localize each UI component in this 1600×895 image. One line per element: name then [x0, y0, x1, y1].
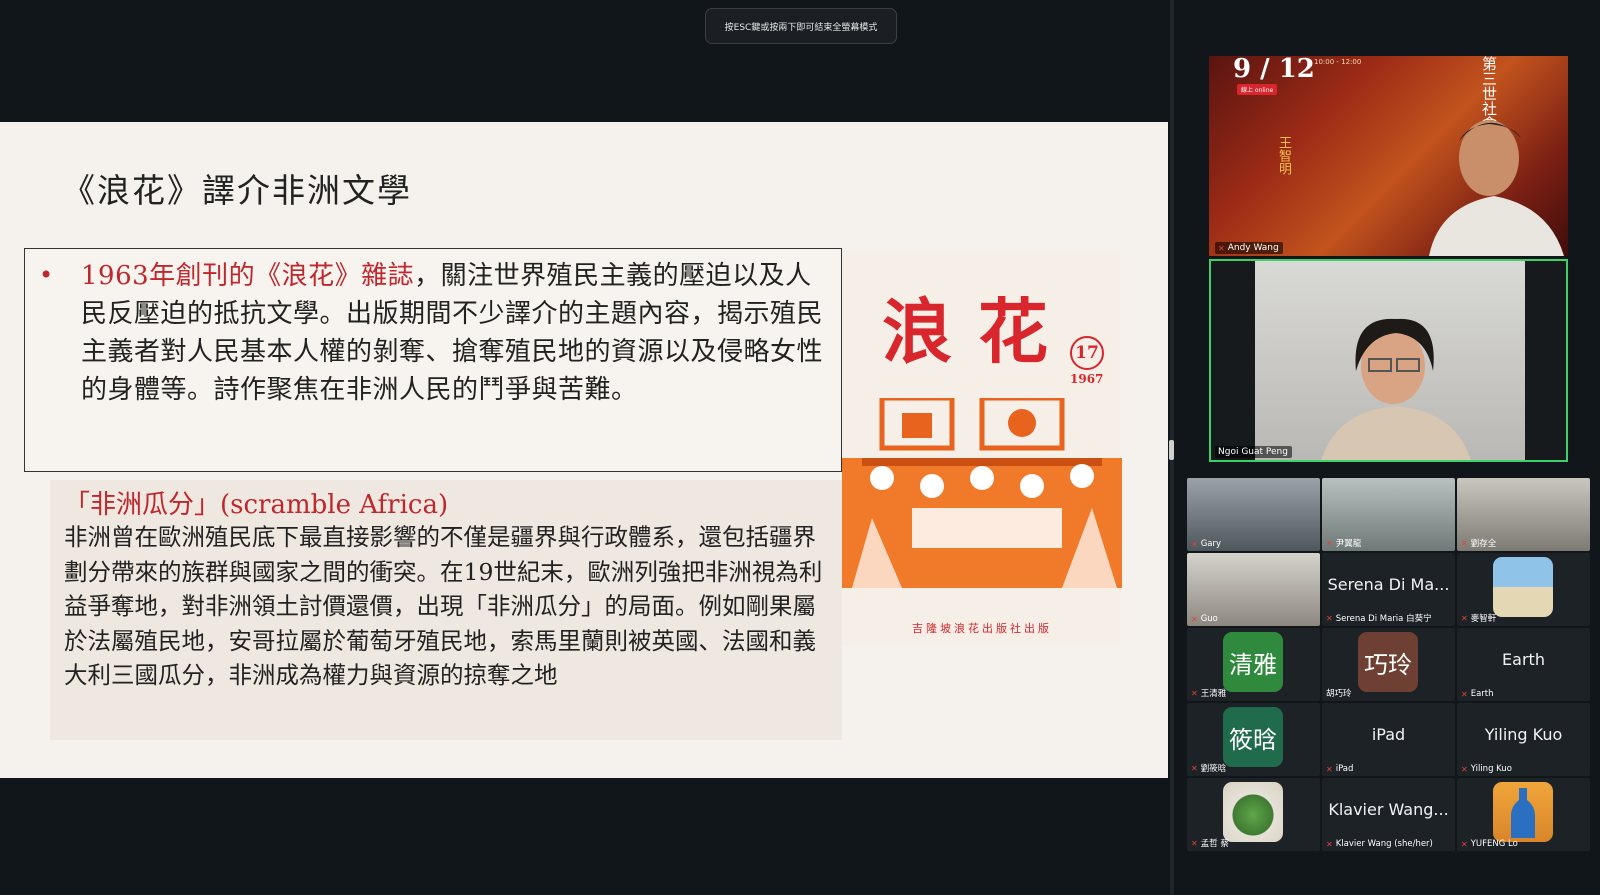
video-tile-hu-qiaoling[interactable]: 巧玲 胡巧玲: [1322, 628, 1455, 701]
mic-muted-icon: ✕: [1461, 613, 1468, 623]
name-tag-ngoi-guat-peng: Ngoi Guat Peng: [1215, 446, 1292, 458]
fullscreen-exit-hint: 按ESC鍵或按兩下即可結束全螢幕模式: [705, 8, 897, 44]
cover-title: 浪花: [882, 290, 1074, 373]
participant-display-name: Yiling Kuo: [1484, 725, 1563, 744]
avatar: 筱晗: [1223, 707, 1283, 767]
cover-issue-number: 17: [1070, 336, 1104, 370]
highlight-text: 1963年創刊的《浪花》雜誌: [81, 261, 415, 291]
video-tile-guo[interactable]: ✕ Guo: [1187, 553, 1320, 626]
section-paragraph: 非洲曾在歐洲殖民底下最直接影響的不僅是疆界與行政體系，還包括疆界劃分帶來的族群與…: [64, 523, 823, 689]
video-tile-liu-cunquan[interactable]: ✕ 劉存全: [1457, 478, 1590, 551]
scramble-africa-box: 「非洲瓜分」(scramble Africa) 非洲曾在歐洲殖民底下最直接影響的…: [50, 480, 842, 740]
divider-drag-handle[interactable]: [1169, 440, 1174, 460]
participant-video-person: [1321, 318, 1471, 460]
poster-date: 9 / 12: [1233, 56, 1315, 84]
video-tile-ngoi-guat-peng[interactable]: Ngoi Guat Peng: [1209, 259, 1568, 462]
bullet-marker: •: [39, 261, 54, 289]
mic-muted-icon: ✕: [1326, 839, 1333, 849]
bullet-box: • 1963年創刊的《浪花》雜誌，關注世界殖民主義的壓迫以及人民反壓迫的抵抗文學…: [24, 248, 842, 472]
participant-name: ✕ 劉存全: [1461, 538, 1497, 550]
participant-name: ✕ Guo: [1191, 614, 1218, 624]
participant-display-name: Klavier Wang...: [1328, 800, 1449, 819]
poster-online-badge: 線上 online: [1237, 84, 1278, 95]
cover-illustration: [842, 398, 1122, 588]
participant-name: ✕ 麥智軒: [1461, 613, 1497, 625]
mic-muted-icon: ✕: [1461, 764, 1468, 774]
mic-muted-icon: ✕: [1191, 614, 1198, 624]
participant-name: ✕ 王清雅: [1191, 688, 1227, 700]
participant-display-name: iPad: [1371, 725, 1406, 744]
video-tile-mai-zhixuan[interactable]: ✕ 麥智軒: [1457, 553, 1590, 626]
mic-muted-icon: ✕: [1191, 539, 1198, 549]
mic-muted-icon: ✕: [1218, 243, 1225, 253]
profile-photo: [1223, 782, 1283, 842]
participant-display-name: Earth: [1502, 650, 1545, 669]
avatar: 清雅: [1223, 632, 1283, 692]
poster-time: 10:00 - 12:00: [1314, 58, 1362, 66]
shared-slide: 《浪花》譯介非洲文學 • 1963年創刊的《浪花》雜誌，關注世界殖民主義的壓迫以…: [0, 122, 1168, 778]
mic-muted-icon: ✕: [1326, 613, 1333, 623]
video-tile-wang-qingya[interactable]: 清雅 ✕ 王清雅: [1187, 628, 1320, 701]
participant-name: ✕ Serena Di Maria 白葵宁: [1326, 613, 1432, 625]
profile-photo: [1493, 782, 1553, 842]
mic-muted-icon: ✕: [1326, 764, 1333, 774]
video-tile-yiling-kuo[interactable]: Yiling Kuo ✕ Yiling Kuo: [1457, 703, 1590, 776]
participant-name: ✕ iPad: [1326, 764, 1354, 774]
participant-name: ✕ 尹翼龍: [1326, 538, 1362, 550]
mic-muted-icon: ✕: [1191, 688, 1198, 698]
mic-muted-icon: ✕: [1461, 538, 1468, 548]
avatar: 巧玲: [1358, 632, 1418, 692]
section-subtitle: 「非洲瓜分」(scramble Africa): [64, 490, 449, 520]
participant-name: ✕ 劉筱晗: [1191, 763, 1227, 775]
gallery-grid: ✕ Gary ✕ 尹翼龍 ✕ 劉存全 ✕ Guo Serena Di Ma... ✕ Se…: [1187, 478, 1590, 858]
name-tag-andy-wang: ✕ Andy Wang: [1215, 242, 1283, 254]
video-tile-serena-di-maria[interactable]: Serena Di Ma... ✕ Serena Di Maria 白葵宁: [1322, 553, 1455, 626]
participant-name: 胡巧玲: [1326, 689, 1352, 699]
video-tile-gary[interactable]: ✕ Gary: [1187, 478, 1320, 551]
video-tile-liu-xiaohan[interactable]: 筱晗 ✕ 劉筱晗: [1187, 703, 1320, 776]
participant-name: ✕ Yiling Kuo: [1461, 764, 1512, 774]
participant-name: ✕ Klavier Wang (she/her): [1326, 839, 1433, 849]
bullet-paragraph: 1963年創刊的《浪花》雜誌，關注世界殖民主義的壓迫以及人民反壓迫的抵抗文學。出…: [81, 257, 831, 409]
video-tile-earth[interactable]: Earth ✕ Earth: [1457, 628, 1590, 701]
bottle-icon: [1511, 788, 1535, 838]
mic-muted-icon: ✕: [1191, 838, 1198, 848]
magazine-cover: 浪花 17 1967 吉隆坡浪花出版社出版: [842, 250, 1122, 646]
cover-publisher: 吉隆坡浪花出版社出版: [912, 622, 1052, 635]
mic-muted-icon: ✕: [1191, 763, 1198, 773]
slide-title: 《浪花》譯介非洲文學: [62, 171, 412, 210]
participant-display-name: Serena Di Ma...: [1327, 575, 1450, 594]
mic-muted-icon: ✕: [1326, 538, 1333, 548]
poster-host-name: 王智明: [1276, 136, 1291, 175]
profile-photo: [1493, 557, 1553, 617]
participant-video-person: [1429, 120, 1564, 256]
video-tile-meng-zhe-cai[interactable]: ✕ 孟哲 蔡: [1187, 778, 1320, 851]
participant-name: ✕ Earth: [1461, 689, 1494, 699]
participant-name: ✕ YUFENG Lo: [1461, 839, 1518, 849]
mic-muted-icon: ✕: [1461, 839, 1468, 849]
video-tile-yufeng-lo[interactable]: ✕ YUFENG Lo: [1457, 778, 1590, 851]
video-tile-ipad[interactable]: iPad ✕ iPad: [1322, 703, 1455, 776]
participant-name: ✕ 孟哲 蔡: [1191, 838, 1229, 850]
mic-muted-icon: ✕: [1461, 689, 1468, 699]
video-tile-klavier-wang[interactable]: Klavier Wang... ✕ Klavier Wang (she/her): [1322, 778, 1455, 851]
cover-year: 1967: [1070, 372, 1104, 386]
video-tile-andy-wang[interactable]: 9 / 12 10:00 - 12:00 線上 online 王智明 第三世社會…: [1209, 56, 1568, 256]
participant-name: ✕ Gary: [1191, 539, 1222, 549]
video-tile-yin-yilong[interactable]: ✕ 尹翼龍: [1322, 478, 1455, 551]
